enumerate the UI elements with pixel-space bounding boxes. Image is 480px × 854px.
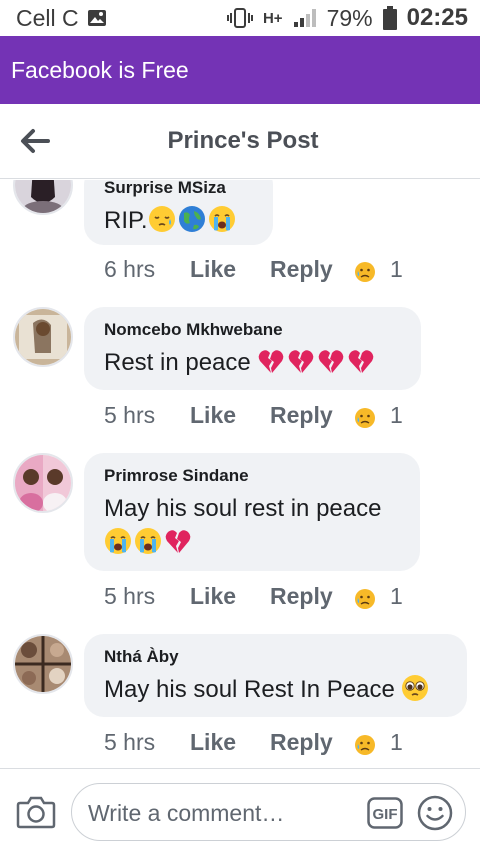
reaction-count[interactable]: 1 — [390, 583, 403, 610]
like-button[interactable]: Like — [190, 729, 270, 756]
comment-actions: 5 hrs Like Reply 1 — [104, 402, 403, 429]
comment-timestamp[interactable]: 5 hrs — [104, 583, 190, 610]
crying-face-icon — [208, 205, 236, 233]
page-title: Prince's Post — [167, 127, 319, 154]
comment-text-body: May his soul rest in peace — [104, 495, 382, 522]
comment-text-body: May his soul Rest In Peace — [104, 676, 395, 703]
broken-heart-icon — [287, 347, 315, 375]
emoji-picker-icon[interactable] — [417, 795, 453, 831]
vibrate-icon — [226, 8, 253, 28]
like-button[interactable]: Like — [190, 256, 270, 283]
broken-heart-icon — [257, 347, 285, 375]
reaction-count[interactable]: 1 — [390, 729, 403, 756]
gallery-notification-icon — [87, 10, 106, 26]
reply-button[interactable]: Reply — [270, 729, 354, 756]
comment-text-body: Rest in peace — [104, 349, 251, 376]
comment-timestamp[interactable]: 5 hrs — [104, 402, 190, 429]
back-arrow-icon[interactable] — [18, 126, 52, 156]
carrier-label: Cell C — [16, 4, 79, 31]
post-header: Prince's Post — [0, 104, 480, 179]
comment-bubble[interactable]: Primrose Sindane May his soul rest in pe… — [84, 453, 420, 571]
avatar[interactable] — [13, 453, 73, 513]
comment-input-wrapper[interactable]: GIF — [71, 783, 466, 841]
comment-author[interactable]: Nomcebo Mkhwebane — [104, 320, 399, 340]
sleepy-face-icon — [148, 205, 176, 233]
comment-timestamp[interactable]: 6 hrs — [104, 256, 190, 283]
comment-text: May his soul Rest In Peace — [104, 673, 445, 707]
sad-reaction-icon[interactable] — [354, 407, 376, 429]
network-type-label: H+ — [262, 9, 283, 27]
comments-list[interactable]: Surprise MSiza RIP. 6 hrs Like Reply 1 N… — [0, 180, 480, 768]
crying-face-icon — [104, 527, 132, 555]
banner-text: Facebook is Free — [11, 56, 189, 83]
comment-author[interactable]: Primrose Sindane — [104, 466, 398, 486]
reaction-count[interactable]: 1 — [390, 256, 403, 283]
sad-reaction-icon[interactable] — [354, 734, 376, 756]
comment-text: May his soul rest in peace — [104, 492, 398, 560]
avatar[interactable] — [13, 180, 73, 215]
reply-button[interactable]: Reply — [270, 256, 354, 283]
status-carrier-group: Cell C — [16, 5, 107, 32]
comment-timestamp[interactable]: 5 hrs — [104, 729, 190, 756]
signal-icon — [293, 9, 316, 27]
reaction-count[interactable]: 1 — [390, 402, 403, 429]
like-button[interactable]: Like — [190, 583, 270, 610]
comment-actions: 5 hrs Like Reply 1 — [104, 583, 403, 610]
gif-icon[interactable]: GIF — [367, 797, 403, 829]
broken-heart-icon — [317, 347, 345, 375]
sad-reaction-icon[interactable] — [354, 261, 376, 283]
comment-bubble[interactable]: Nthá Àby May his soul Rest In Peace — [84, 634, 467, 717]
comment-input[interactable] — [88, 796, 358, 830]
comment-bubble[interactable]: Nomcebo Mkhwebane Rest in peace — [84, 307, 421, 390]
globe-icon — [178, 205, 206, 233]
camera-icon[interactable] — [16, 795, 56, 829]
broken-heart-icon — [164, 527, 192, 555]
reply-button[interactable]: Reply — [270, 402, 354, 429]
status-bar: Cell C H+ 79% 02:25 — [0, 0, 480, 36]
comment-text-body: RIP. — [104, 207, 148, 234]
avatar[interactable] — [13, 634, 73, 694]
comment-text: RIP. — [104, 204, 251, 238]
battery-icon — [382, 6, 397, 30]
status-indicators: H+ 79% 02:25 — [226, 4, 468, 32]
comment-author[interactable]: Nthá Àby — [104, 647, 445, 667]
sad-reaction-icon[interactable] — [354, 588, 376, 610]
pleading-face-icon — [401, 674, 429, 702]
comment-author[interactable]: Surprise MSiza — [104, 180, 251, 198]
battery-percent: 79% — [326, 4, 373, 31]
crying-face-icon — [134, 527, 162, 555]
comment-actions: 5 hrs Like Reply 1 — [104, 729, 403, 756]
like-button[interactable]: Like — [190, 402, 270, 429]
free-mode-banner[interactable]: Facebook is Free — [0, 36, 480, 104]
broken-heart-icon — [347, 347, 375, 375]
comment-composer: GIF — [0, 768, 480, 854]
comment-bubble[interactable]: Surprise MSiza RIP. — [84, 180, 273, 245]
avatar[interactable] — [13, 307, 73, 367]
gif-label: GIF — [373, 806, 398, 823]
comment-actions: 6 hrs Like Reply 1 — [104, 256, 403, 283]
reply-button[interactable]: Reply — [270, 583, 354, 610]
comment-text: Rest in peace — [104, 346, 399, 380]
clock: 02:25 — [406, 4, 468, 31]
